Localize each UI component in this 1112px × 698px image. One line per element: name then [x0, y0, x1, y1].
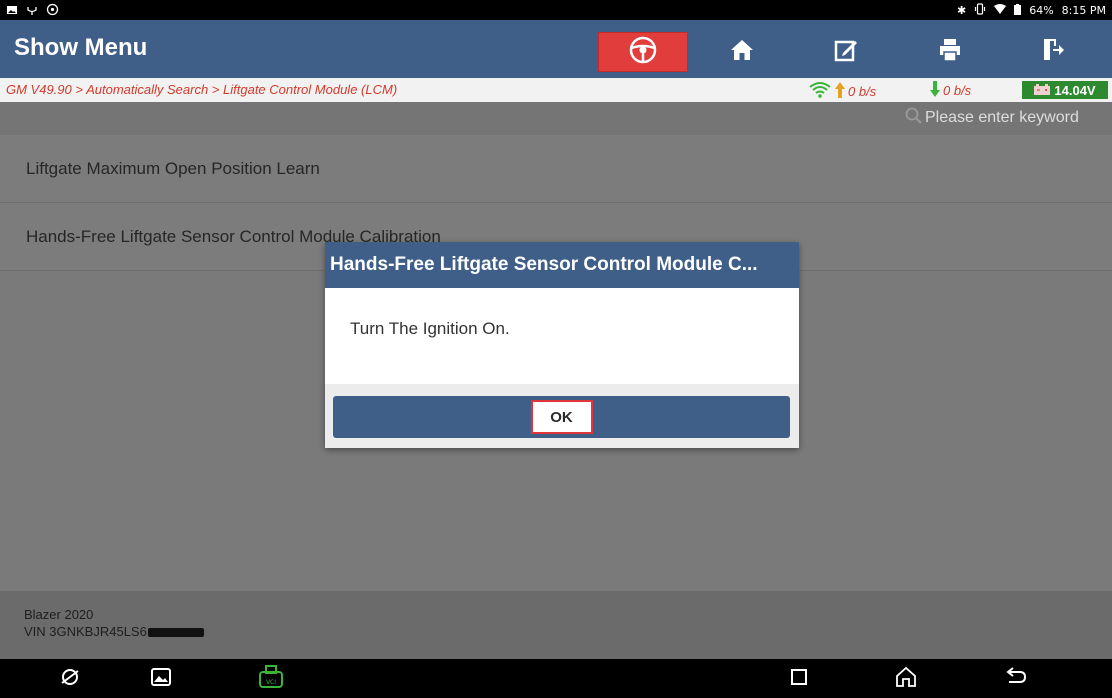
upload-arrow-icon — [835, 81, 845, 101]
download-arrow-icon — [930, 81, 940, 100]
wifi-signal-icon — [808, 81, 832, 101]
gallery-button[interactable] — [148, 666, 174, 692]
upload-rate: 0 b/s — [808, 81, 876, 101]
breadcrumb: GM V49.90 > Automatically Search > Liftg… — [6, 82, 398, 97]
android-status-bar: ✱ 64% 8:15 PM — [0, 0, 1112, 20]
voltage-value: 14.04V — [1054, 82, 1096, 98]
home-nav-button[interactable] — [893, 666, 919, 692]
exit-button[interactable] — [1008, 32, 1098, 72]
stop-diagnosis-button[interactable] — [598, 32, 688, 72]
vci-icon: VCI — [258, 664, 284, 694]
search-row: Please enter keyword — [0, 102, 1112, 135]
exit-icon — [1042, 38, 1064, 67]
settings-notification-icon — [46, 3, 59, 19]
ok-label: OK — [550, 408, 573, 426]
print-button[interactable] — [905, 32, 995, 72]
recents-button[interactable] — [786, 666, 812, 692]
search-input[interactable]: Please enter keyword — [905, 106, 1112, 130]
list-item-liftgate-open-position-learn[interactable]: Liftgate Maximum Open Position Learn — [0, 135, 1112, 203]
battery-percent: 64% — [1029, 4, 1054, 17]
battery-voltage-badge: 14.04V — [1022, 81, 1108, 99]
search-icon — [905, 107, 923, 130]
browser-button[interactable] — [57, 666, 83, 692]
android-nav-bar: VCI — [0, 659, 1112, 698]
vehicle-vin: VIN 3GNKBJR45LS6 — [24, 623, 1112, 640]
edit-icon — [834, 38, 858, 67]
vehicle-info: Blazer 2020 VIN 3GNKBJR45LS6 — [0, 591, 1112, 659]
steering-wheel-icon — [628, 35, 658, 70]
recents-icon — [790, 668, 808, 691]
back-button[interactable] — [1003, 666, 1029, 692]
back-icon — [1005, 666, 1027, 692]
upload-rate-value: 0 b/s — [848, 83, 877, 99]
ok-button[interactable]: OK — [333, 396, 790, 438]
home-icon — [730, 39, 754, 66]
download-rate-value: 0 b/s — [943, 83, 972, 98]
svg-text:VCI: VCI — [266, 679, 276, 686]
image-notification-icon — [6, 4, 18, 19]
browser-icon — [59, 666, 81, 693]
home-outline-icon — [895, 666, 917, 693]
battery-icon — [1014, 3, 1022, 19]
wifi-icon — [994, 3, 1007, 19]
usb-debug-icon — [26, 4, 38, 19]
vibrate-icon — [974, 3, 986, 19]
ignition-dialog: Hands-Free Liftgate Sensor Control Modul… — [325, 242, 799, 448]
clock: 8:15 PM — [1061, 4, 1106, 17]
report-button[interactable] — [801, 32, 891, 72]
download-rate: 0 b/s — [930, 81, 971, 100]
dialog-message: Turn The Ignition On. — [325, 288, 799, 384]
search-placeholder: Please enter keyword — [925, 109, 1079, 126]
vci-button[interactable]: VCI — [258, 664, 284, 694]
page-title: Show Menu — [14, 34, 148, 61]
vehicle-model: Blazer 2020 — [24, 607, 94, 622]
list-item-label: Liftgate Maximum Open Position Learn — [26, 158, 320, 178]
app-header: Show Menu — [0, 20, 1112, 78]
dialog-footer: OK — [325, 384, 799, 448]
dialog-title: Hands-Free Liftgate Sensor Control Modul… — [325, 242, 799, 288]
gallery-icon — [151, 667, 171, 691]
printer-icon — [939, 38, 961, 67]
breadcrumb-bar: GM V49.90 > Automatically Search > Liftg… — [0, 78, 1112, 102]
home-button[interactable] — [697, 32, 787, 72]
vin-redaction — [147, 628, 204, 638]
vin-text: VIN 3GNKBJR45LS6 — [24, 624, 147, 639]
bluetooth-icon: ✱ — [957, 4, 967, 17]
ok-highlight-frame: OK — [530, 400, 593, 434]
car-battery-icon — [1034, 83, 1051, 98]
